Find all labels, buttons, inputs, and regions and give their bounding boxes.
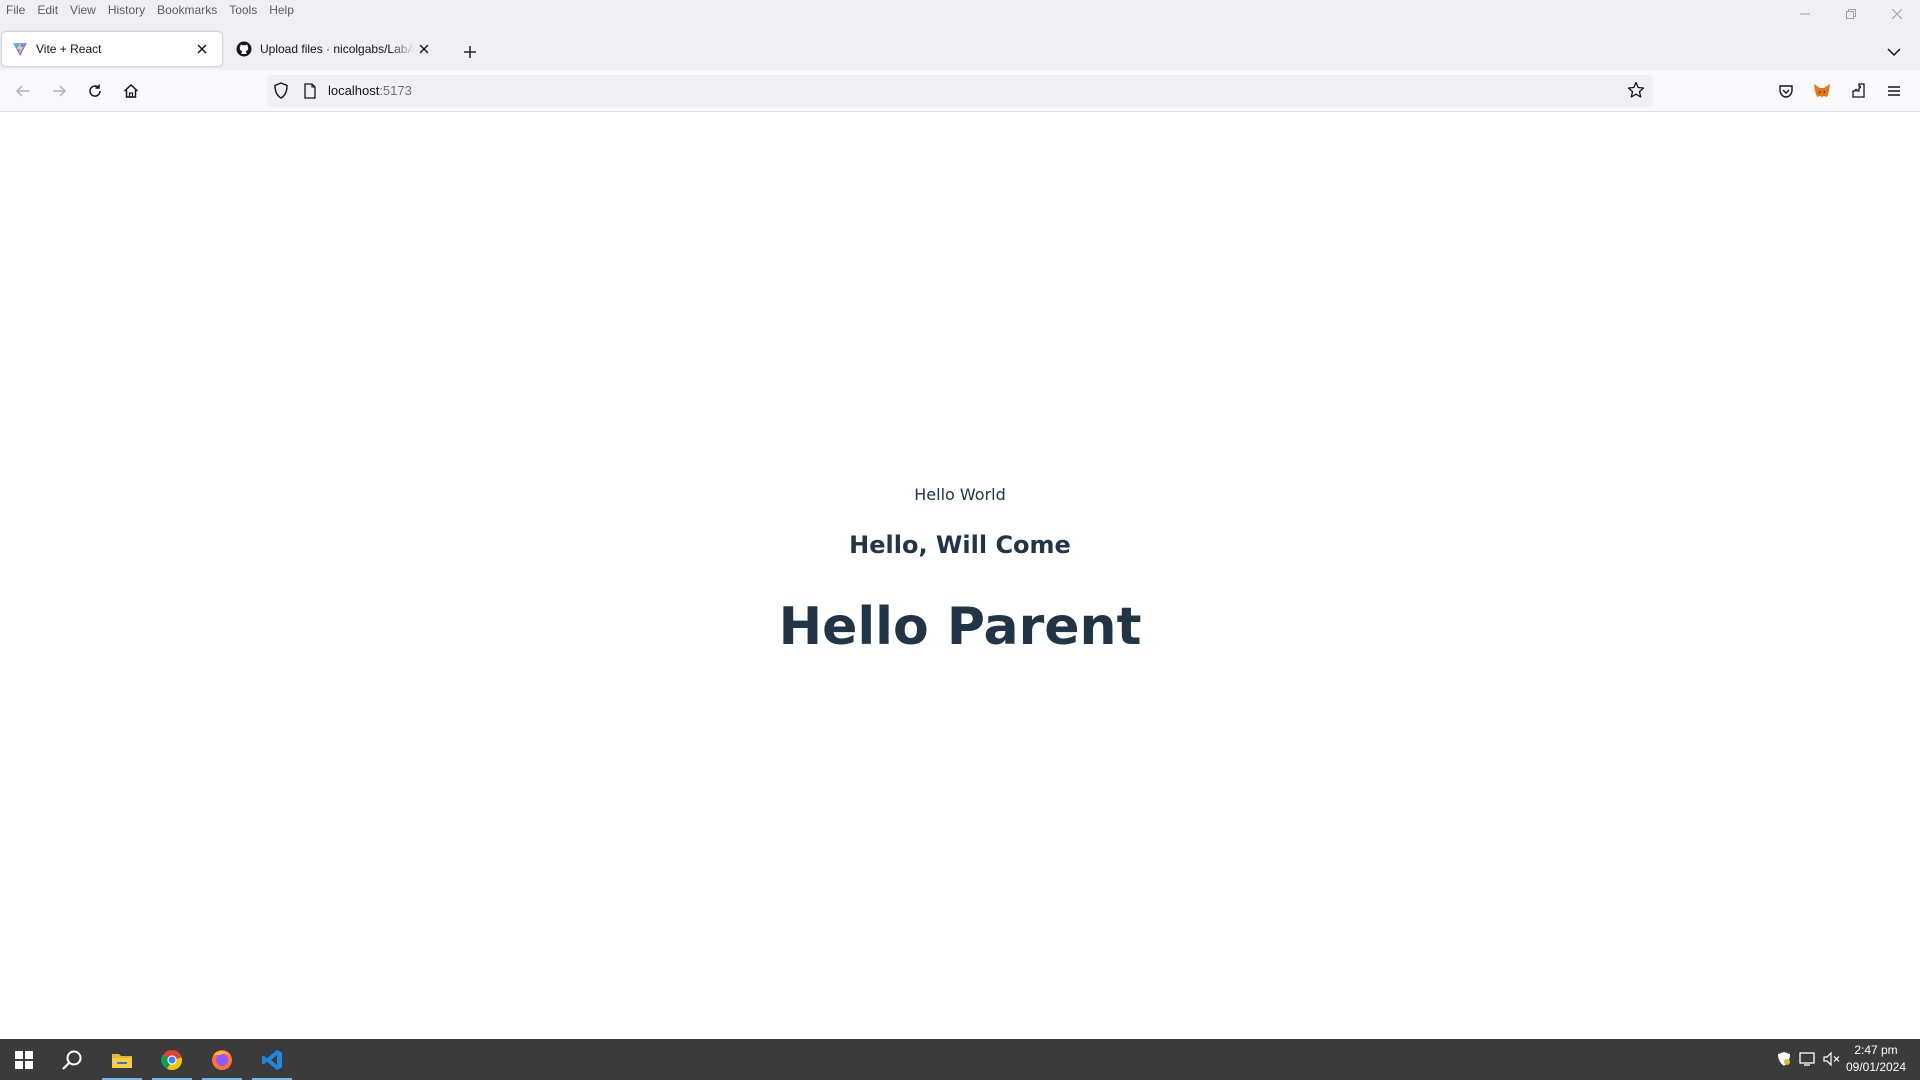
metamask-extension-button[interactable] — [1808, 77, 1836, 105]
file-explorer-icon — [112, 1053, 132, 1068]
clock-date: 09/01/2024 — [1845, 1060, 1907, 1074]
tab-title: Upload files · nicolgabs/LabActividad — [260, 42, 414, 56]
chrome-icon — [161, 1049, 183, 1070]
list-all-tabs-button[interactable] — [1882, 40, 1906, 64]
firefox-icon — [212, 1049, 232, 1070]
file-explorer-taskbar-item[interactable] — [98, 1039, 146, 1080]
menu-edit[interactable]: Edit — [37, 3, 58, 17]
url-host: localhost — [328, 83, 380, 98]
chrome-taskbar-item[interactable] — [148, 1039, 196, 1080]
metamask-icon — [1814, 84, 1830, 98]
menu-icon — [1888, 86, 1900, 96]
vscode-taskbar-item[interactable] — [248, 1039, 296, 1080]
volume-muted-tray-icon[interactable] — [1822, 1049, 1842, 1069]
hello-parent-heading: Hello Parent — [778, 597, 1142, 657]
firefox-taskbar-item[interactable] — [198, 1039, 246, 1080]
extensions-button[interactable] — [1844, 77, 1872, 105]
search-button[interactable] — [48, 1039, 96, 1080]
bookmark-star-icon[interactable] — [1627, 81, 1645, 104]
close-icon — [197, 44, 207, 54]
extensions-icon — [1852, 83, 1865, 98]
app-menu-button[interactable] — [1880, 77, 1908, 105]
navigation-toolbar: localhost:5173 — [0, 70, 1920, 112]
hello-world-text: Hello World — [914, 485, 1006, 504]
start-button[interactable] — [0, 1039, 48, 1080]
windows-start-icon — [15, 1050, 33, 1069]
tab-github-upload[interactable]: Upload files · nicolgabs/LabActividad — [226, 32, 444, 66]
home-button[interactable] — [117, 77, 145, 105]
restore-icon — [1846, 9, 1856, 19]
pocket-icon — [1779, 85, 1793, 98]
system-clock[interactable]: 2:47 pm 09/01/2024 — [1844, 1042, 1908, 1076]
url-port: :5173 — [379, 83, 412, 98]
minimize-icon — [1800, 13, 1810, 15]
screen: File Edit View History Bookmarks Tools H… — [0, 0, 1920, 1080]
tab-vite-react[interactable]: Vite + React — [2, 32, 222, 66]
back-icon — [15, 85, 29, 97]
close-tab-button[interactable] — [192, 39, 212, 59]
menu-file[interactable]: File — [6, 3, 25, 17]
page-icon[interactable] — [303, 83, 317, 104]
menu-bar: File Edit View History Bookmarks Tools H… — [0, 0, 1920, 20]
reload-button[interactable] — [81, 77, 109, 105]
clock-time: 2:47 pm — [1854, 1043, 1898, 1057]
close-tab-button[interactable] — [414, 39, 434, 59]
tab-bar: Vite + React Upload files · nicolgabs/La… — [0, 20, 1920, 70]
chevron-down-icon — [1887, 48, 1901, 57]
menu-history[interactable]: History — [108, 3, 145, 17]
tab-title: Vite + React — [36, 42, 102, 56]
forward-icon — [53, 85, 67, 97]
url-bar[interactable]: localhost:5173 — [267, 75, 1653, 107]
menu-tools[interactable]: Tools — [229, 3, 257, 17]
windows-taskbar: 2:47 pm 09/01/2024 — [0, 1039, 1920, 1080]
pocket-button[interactable] — [1772, 77, 1800, 105]
forward-button[interactable] — [45, 77, 73, 105]
hello-will-come-heading: Hello, Will Come — [849, 531, 1071, 559]
close-icon — [1892, 9, 1902, 19]
close-icon — [419, 44, 429, 54]
vite-icon — [12, 41, 28, 57]
search-icon — [62, 1050, 82, 1070]
github-icon — [236, 41, 252, 57]
url-text[interactable]: localhost:5173 — [328, 83, 412, 98]
tracking-protection-shield-icon[interactable] — [273, 82, 289, 105]
home-icon — [123, 83, 139, 98]
network-tray-icon[interactable] — [1798, 1049, 1818, 1069]
reload-icon — [89, 84, 101, 97]
new-tab-button[interactable] — [458, 40, 482, 64]
plus-icon — [464, 46, 476, 58]
menu-bookmarks[interactable]: Bookmarks — [157, 3, 217, 17]
page-content: Hello World Hello, Will Come Hello Paren… — [0, 113, 1920, 1039]
security-tray-icon[interactable] — [1774, 1049, 1794, 1069]
menu-view[interactable]: View — [70, 3, 96, 17]
menu-help[interactable]: Help — [269, 3, 294, 17]
vscode-icon — [262, 1049, 282, 1070]
back-button[interactable] — [9, 77, 37, 105]
